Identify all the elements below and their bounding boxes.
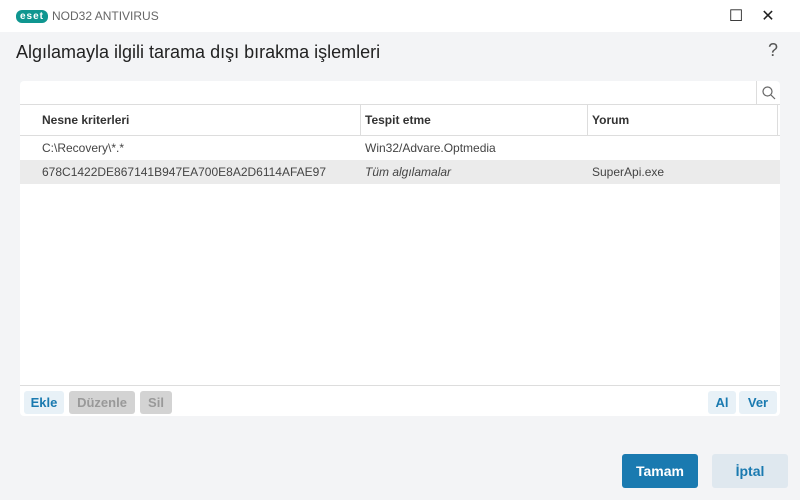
exclusions-panel: Nesne kriterleri Tespit etme Yorum C:\Re… [20,81,780,416]
cell-detection: Win32/Advare.Optmedia [365,141,496,155]
cell-comment: SuperApi.exe [592,165,665,179]
cell-object: C:\Recovery\*.* [42,141,125,155]
maximize-icon: ☐ [728,8,744,25]
delete-button[interactable]: Sil [140,391,172,414]
cell-comment [588,136,778,160]
table-row[interactable]: 678C1422DE867141B947EA700E8A2D6114AFAE97… [20,160,780,184]
help-icon[interactable]: ? [768,40,778,61]
add-button[interactable]: Ekle [24,391,64,414]
column-detection[interactable]: Tespit etme [361,105,588,135]
title-bar: eset NOD32 ANTIVIRUS ☐ ✕ [0,0,800,32]
close-icon: ✕ [761,8,775,25]
export-button[interactable]: Ver [739,391,777,414]
table-header: Nesne kriterleri Tespit etme Yorum [20,105,780,136]
edit-button[interactable]: Düzenle [69,391,135,414]
logo-badge: eset [16,9,49,23]
search-bar[interactable] [20,81,780,105]
panel-footer: Ekle Düzenle Sil Al Ver [20,385,780,416]
table-row[interactable]: C:\Recovery\*.* Win32/Advare.Optmedia [20,136,780,160]
cell-object: 678C1422DE867141B947EA700E8A2D6114AFAE97 [42,165,327,179]
cell-detection: Tüm algılamalar [365,165,452,179]
column-comment[interactable]: Yorum [588,105,778,135]
cancel-button[interactable]: İptal [712,454,788,488]
ok-button[interactable]: Tamam [622,454,698,488]
import-button[interactable]: Al [708,391,736,414]
close-button[interactable]: ✕ [752,0,784,32]
page-title: Algılamayla ilgili tarama dışı bırakma i… [16,42,381,62]
eset-logo: eset NOD32 ANTIVIRUS [16,9,159,23]
app-name: NOD32 ANTIVIRUS [52,9,159,23]
maximize-button[interactable]: ☐ [720,0,752,32]
column-object[interactable]: Nesne kriterleri [20,105,361,135]
search-icon[interactable] [756,81,780,105]
